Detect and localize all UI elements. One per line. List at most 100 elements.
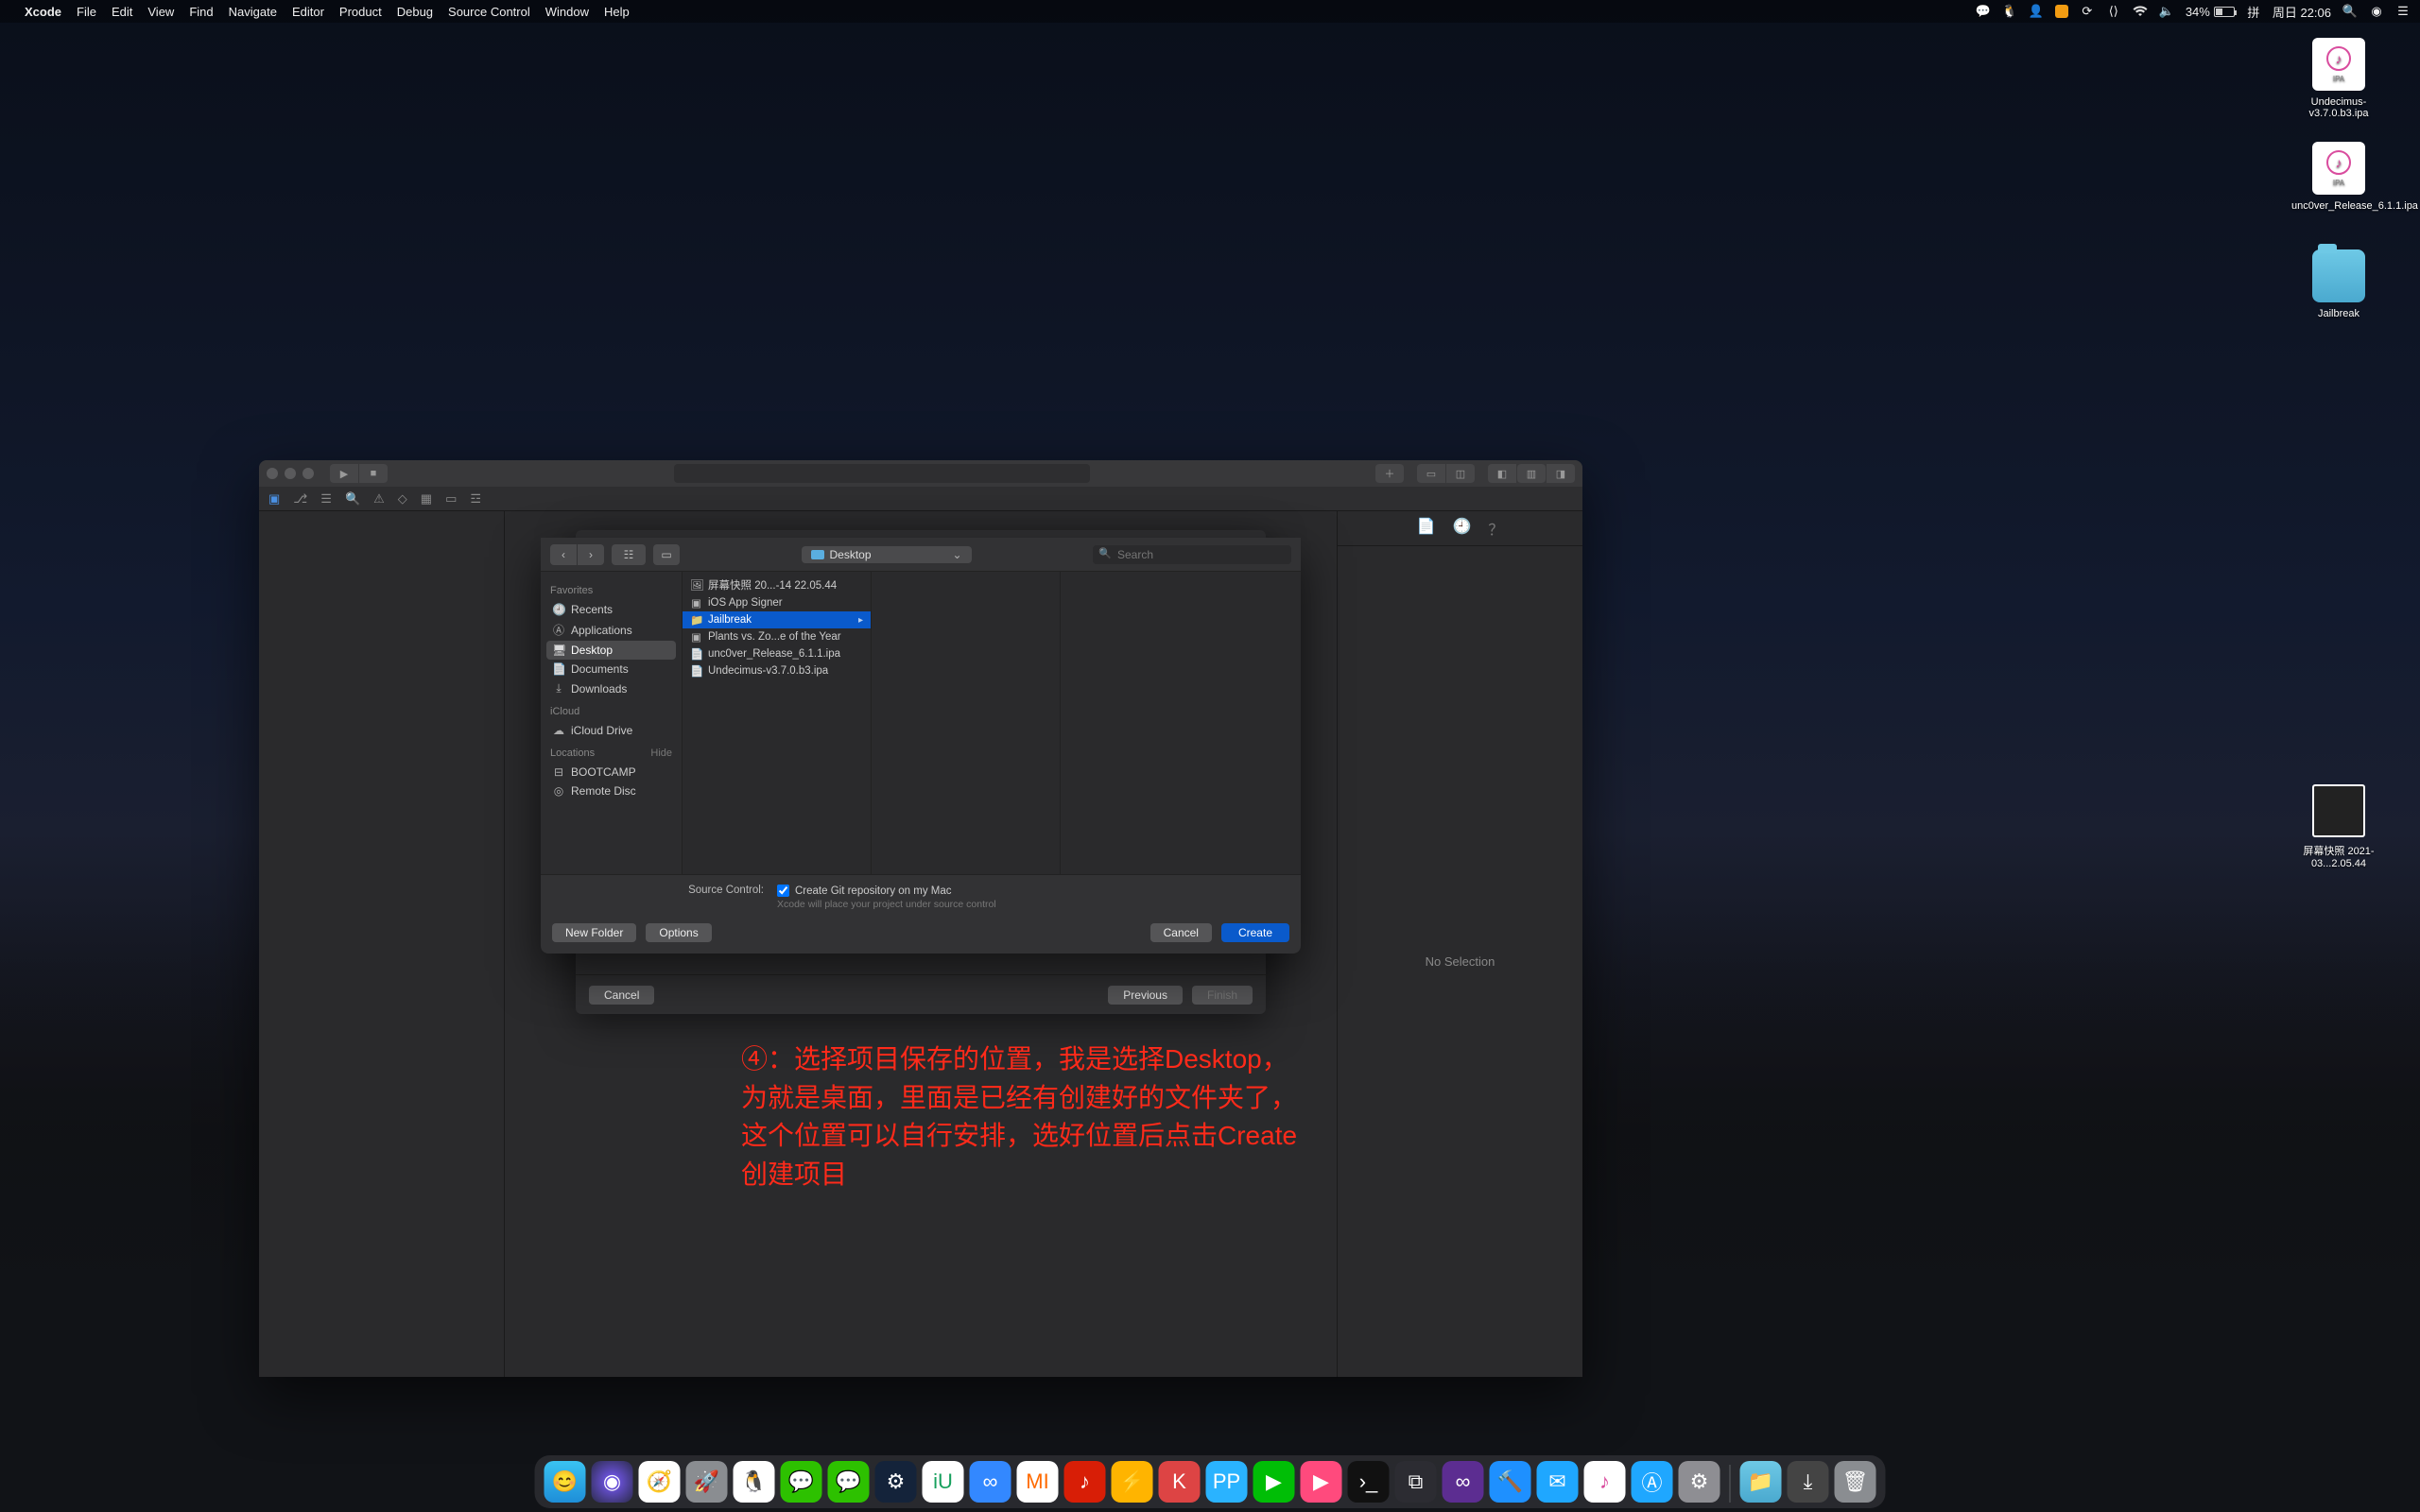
file-row[interactable]: 🖼屏幕快照 20...-14 22.05.44 [683,576,871,594]
nav-back-button[interactable]: ‹ [550,544,577,565]
menu-edit[interactable]: Edit [112,5,132,19]
dock-safari[interactable]: 🧭 [639,1461,681,1503]
dock-downloads[interactable]: ⤓ [1788,1461,1829,1503]
menu-window[interactable]: Window [545,5,589,19]
wizard-cancel-button[interactable]: Cancel [589,986,654,1005]
sync-status-icon[interactable]: ⟳ [2080,4,2095,19]
editor-standard-button[interactable]: ▭ [1417,464,1445,483]
menu-help[interactable]: Help [604,5,630,19]
battery-status[interactable]: 34% [2186,5,2235,19]
dock-baidu[interactable]: ∞ [970,1461,1011,1503]
find-navigator-icon[interactable]: 🔍 [345,491,360,507]
file-row-selected[interactable]: 📁Jailbreak▸ [683,611,871,628]
dock-iqiyi[interactable]: ▶ [1253,1461,1295,1503]
menu-product[interactable]: Product [339,5,382,19]
user-status-icon[interactable]: 👤 [2029,4,2044,19]
menu-find[interactable]: Find [189,5,213,19]
nav-forward-button[interactable]: › [578,544,604,565]
run-button[interactable]: ▶ [330,464,358,483]
file-row[interactable]: ▣iOS App Signer [683,594,871,611]
dock-launchpad[interactable]: 🚀 [686,1461,728,1503]
editor-assistant-button[interactable]: ◫ [1446,464,1475,483]
desktop-icon-ipa-2[interactable]: ♪IPA unc0ver_Release_6.1.1.ipa [2291,142,2386,212]
dock-finder[interactable]: 😊 [544,1461,586,1503]
dock-terminal[interactable]: ›_ [1348,1461,1390,1503]
dock-vs[interactable]: ∞ [1443,1461,1484,1503]
dock-itunes[interactable]: ♪ [1584,1461,1626,1503]
chevrons-status-icon[interactable]: ⟨⟩ [2106,4,2121,19]
dock-pp[interactable]: PP [1206,1461,1248,1503]
dock-ku[interactable]: K [1159,1461,1201,1503]
sidebar-item-remote-disc[interactable]: ◎Remote Disc [546,782,676,800]
dock-preferences[interactable]: ⚙ [1679,1461,1720,1503]
stop-button[interactable]: ■ [359,464,388,483]
dock-mail[interactable]: ✉ [1537,1461,1579,1503]
issue-navigator-icon[interactable]: ⚠ [373,491,385,507]
sidebar-item-icloud-drive[interactable]: ☁iCloud Drive [546,721,676,740]
help-inspector-icon[interactable]: ？ [1488,517,1503,540]
siri-icon[interactable]: ◉ [2369,4,2384,19]
file-row[interactable]: 📄unc0ver_Release_6.1.1.ipa [683,645,871,662]
desktop-icon-screenshot[interactable]: 屏幕快照 2021-03...2.05.44 [2291,784,2386,869]
file-row[interactable]: ▣Plants vs. Zo...e of the Year [683,628,871,645]
spotlight-icon[interactable]: 🔍 [2342,4,2358,19]
wifi-icon[interactable] [2133,4,2148,19]
options-button[interactable]: Options [646,923,711,942]
sidebar-item-applications[interactable]: ⒶApplications [546,619,676,641]
file-row[interactable]: 📄Undecimus-v3.7.0.b3.ipa [683,662,871,679]
dock-siri[interactable]: ◉ [592,1461,633,1503]
symbol-navigator-icon[interactable]: ☰ [320,491,332,507]
new-folder-button[interactable]: New Folder [552,923,636,942]
dock-vscode[interactable]: ⧉ [1395,1461,1437,1503]
add-button[interactable]: ＋ [1375,464,1404,483]
toggle-debug-button[interactable]: ▥ [1517,464,1546,483]
report-navigator-icon[interactable]: ☲ [470,491,481,507]
dock-netease[interactable]: ♪ [1064,1461,1106,1503]
dock-youku[interactable]: ▶ [1301,1461,1342,1503]
menu-navigate[interactable]: Navigate [229,5,277,19]
group-button[interactable]: ▭ [653,544,680,565]
dock-thunder[interactable]: ⚡ [1112,1461,1153,1503]
input-source-icon[interactable]: 拼 [2246,4,2261,19]
notification-center-icon[interactable]: ☰ [2395,4,2411,19]
project-navigator-icon[interactable]: ▣ [268,491,280,507]
desktop-icon-ipa-1[interactable]: ♪IPA Undecimus-v3.7.0.b3.ipa [2291,38,2386,119]
menu-view[interactable]: View [147,5,174,19]
sidebar-item-recents[interactable]: 🕘Recents [546,600,676,619]
location-popup[interactable]: Desktop ⌄ [802,546,972,563]
menu-file[interactable]: File [77,5,96,19]
sidebar-item-bootcamp[interactable]: ⊟BOOTCAMP [546,763,676,782]
sidebar-item-downloads[interactable]: ⤓Downloads [546,679,676,698]
source-control-navigator-icon[interactable]: ⎇ [293,491,307,507]
clock[interactable]: 周日 22:06 [2273,3,2331,21]
dock-xcode[interactable]: 🔨 [1490,1461,1531,1503]
dock-wechat[interactable]: 💬 [781,1461,822,1503]
menu-debug[interactable]: Debug [397,5,433,19]
zoom-window-button[interactable] [302,468,314,479]
dock-iu[interactable]: iU [923,1461,964,1503]
test-navigator-icon[interactable]: ◇ [398,491,407,507]
sidebar-item-documents[interactable]: 📄Documents [546,660,676,679]
wechat-status-icon[interactable]: 💬 [1976,4,1991,19]
create-button[interactable]: Create [1221,923,1289,942]
dock-qq[interactable]: 🐧 [734,1461,775,1503]
menu-source-control[interactable]: Source Control [448,5,530,19]
dock-mi[interactable]: MI [1017,1461,1059,1503]
history-inspector-icon[interactable]: 🕘 [1452,517,1471,540]
menu-editor[interactable]: Editor [292,5,324,19]
sidebar-item-desktop[interactable]: 🖥Desktop [546,641,676,660]
debug-navigator-icon[interactable]: ▦ [421,491,432,507]
wizard-previous-button[interactable]: Previous [1108,986,1183,1005]
qq-status-icon[interactable]: 🐧 [2002,4,2017,19]
cancel-button[interactable]: Cancel [1150,923,1212,942]
view-mode-button[interactable]: ☷ [612,544,646,565]
dock-folder[interactable]: 📁 [1740,1461,1782,1503]
dock-wechat-work[interactable]: 💬 [828,1461,870,1503]
git-checkbox-input[interactable] [777,885,789,897]
breakpoint-navigator-icon[interactable]: ▭ [445,491,457,507]
minimize-window-button[interactable] [285,468,296,479]
orange-status-icon[interactable] [2055,5,2068,18]
volume-icon[interactable]: 🔈 [2159,4,2174,19]
search-input[interactable] [1093,545,1291,564]
desktop-icon-folder[interactable]: Jailbreak [2291,249,2386,319]
